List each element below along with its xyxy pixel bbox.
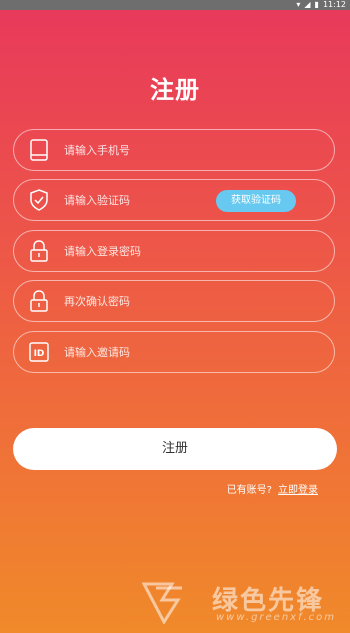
lock-icon bbox=[28, 290, 50, 312]
status-bar: ▾ ◢ ▮ 11:12 bbox=[0, 0, 350, 10]
has-account-text: 已有账号? bbox=[226, 485, 272, 496]
register-button[interactable]: 注册 bbox=[13, 428, 337, 470]
invite-code-placeholder: 请输入邀请码 bbox=[64, 346, 130, 359]
wifi-icon: ▾ bbox=[296, 0, 301, 9]
lock-icon bbox=[28, 240, 50, 262]
watermark-url: www.greenxf.com bbox=[216, 612, 336, 623]
phone-placeholder: 请输入手机号 bbox=[64, 144, 130, 157]
login-prompt: 已有账号? 立即登录 bbox=[227, 481, 318, 496]
page-title: 注册 bbox=[150, 76, 200, 104]
password-placeholder: 请输入登录密码 bbox=[64, 245, 141, 258]
password-field[interactable]: 请输入登录密码 bbox=[13, 230, 335, 272]
status-time: 11:12 bbox=[322, 0, 346, 9]
login-link[interactable]: 立即登录 bbox=[278, 481, 318, 496]
verification-code-placeholder: 请输入验证码 bbox=[64, 194, 130, 207]
battery-icon: ▮ bbox=[314, 0, 319, 9]
verification-code-field[interactable]: 请输入验证码 获取验证码 bbox=[13, 179, 335, 221]
get-code-button[interactable]: 获取验证码 bbox=[216, 190, 296, 212]
id-icon: ID bbox=[28, 341, 50, 363]
status-indicators: ▾ ◢ ▮ 11:12 bbox=[296, 0, 346, 10]
phone-icon bbox=[28, 139, 50, 161]
invite-code-field[interactable]: ID 请输入邀请码 bbox=[13, 331, 335, 373]
phone-field[interactable]: 请输入手机号 bbox=[13, 129, 335, 171]
shield-check-icon bbox=[28, 189, 50, 211]
svg-text:ID: ID bbox=[34, 349, 45, 359]
confirm-password-field[interactable]: 再次确认密码 bbox=[13, 280, 335, 322]
signal-icon: ◢ bbox=[304, 0, 311, 9]
watermark-logo-icon bbox=[141, 582, 182, 625]
watermark: 绿色先锋 www.greenxf.com bbox=[141, 578, 346, 628]
confirm-password-placeholder: 再次确认密码 bbox=[64, 295, 130, 308]
